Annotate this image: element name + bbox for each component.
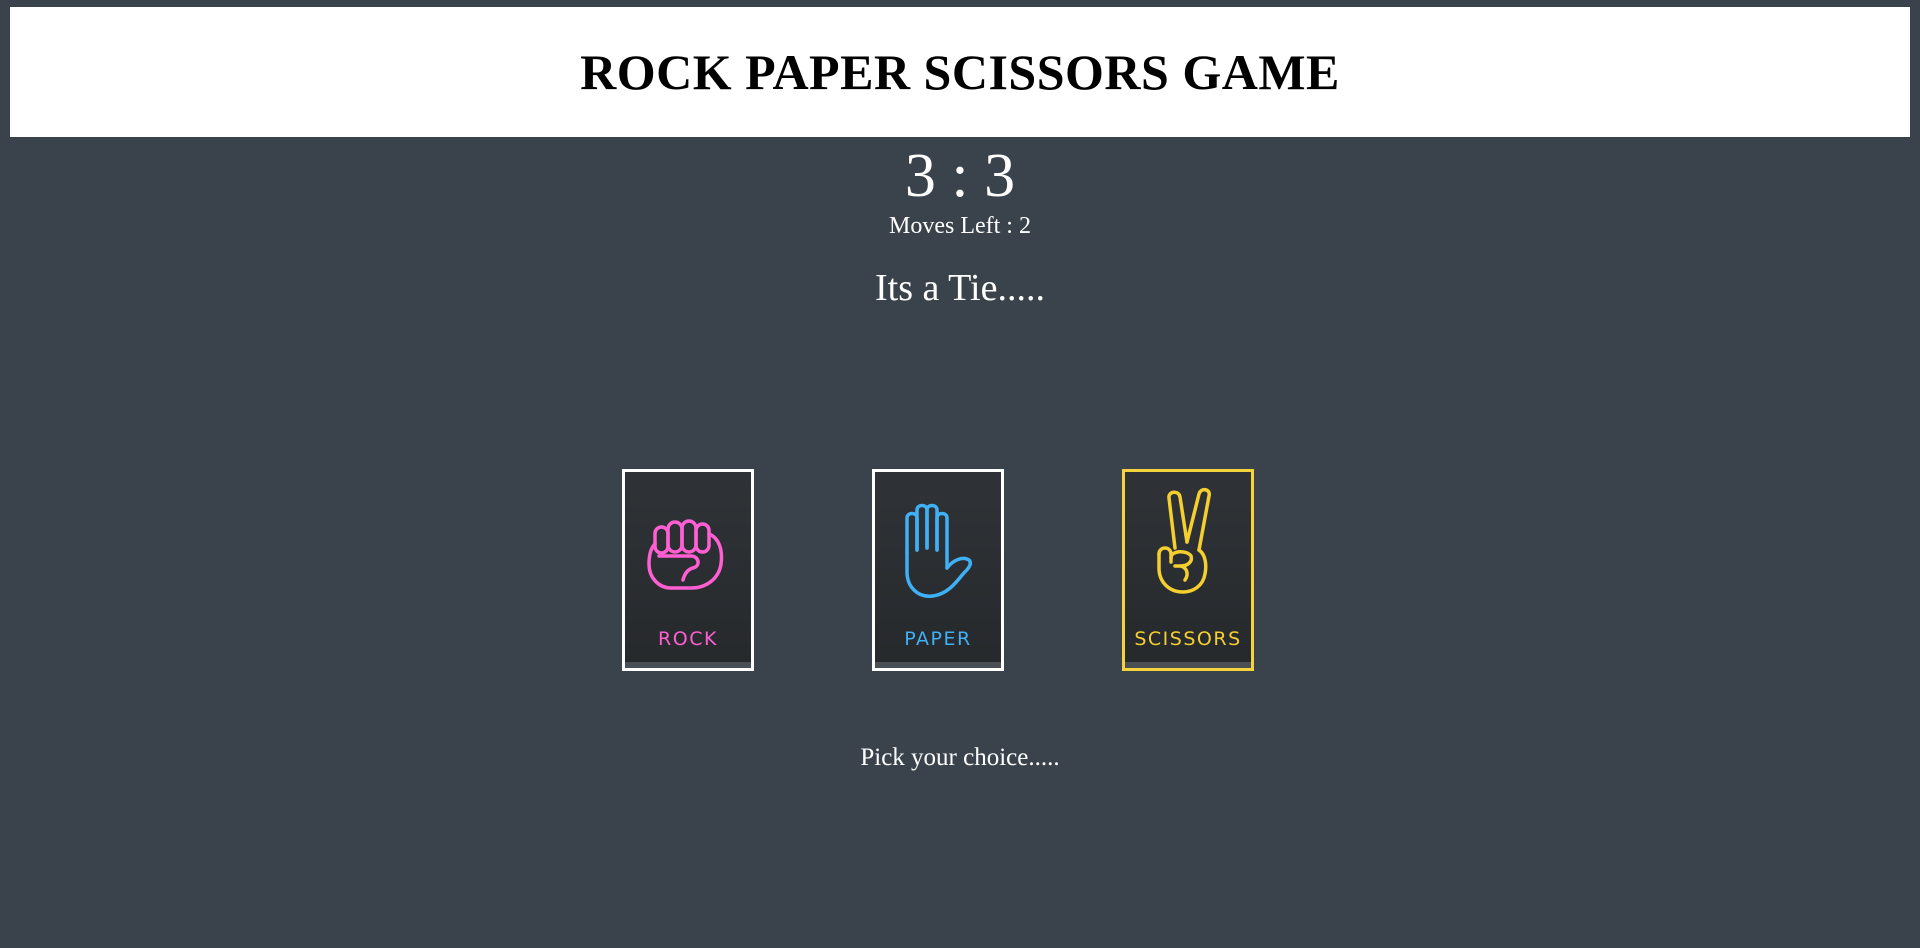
title-bar: ROCK PAPER SCISSORS GAME [10,7,1910,137]
paper-choice-card[interactable]: PAPER [872,469,1004,671]
game-title: ROCK PAPER SCISSORS GAME [580,44,1340,100]
rock-label: ROCK [658,628,718,650]
scissors-choice-card[interactable]: SCISSORS [1122,469,1254,671]
rock-choice-card[interactable]: ROCK [622,469,754,671]
card-base [875,662,1001,668]
result-message: Its a Tie..... [875,267,1045,309]
score-display: 3 : 3 [904,142,1016,210]
pick-choice-prompt: Pick your choice..... [860,744,1060,771]
paper-label: PAPER [904,628,972,650]
card-base [1125,662,1251,668]
card-base [625,662,751,668]
choice-cards: ROCK PAPER SCISSORS [0,469,1920,671]
scissors-label: SCISSORS [1134,628,1242,650]
game-page: ROCK PAPER SCISSORS GAME 3 : 3 Moves Lef… [0,0,1920,948]
moves-left: Moves Left : 2 [889,213,1031,239]
